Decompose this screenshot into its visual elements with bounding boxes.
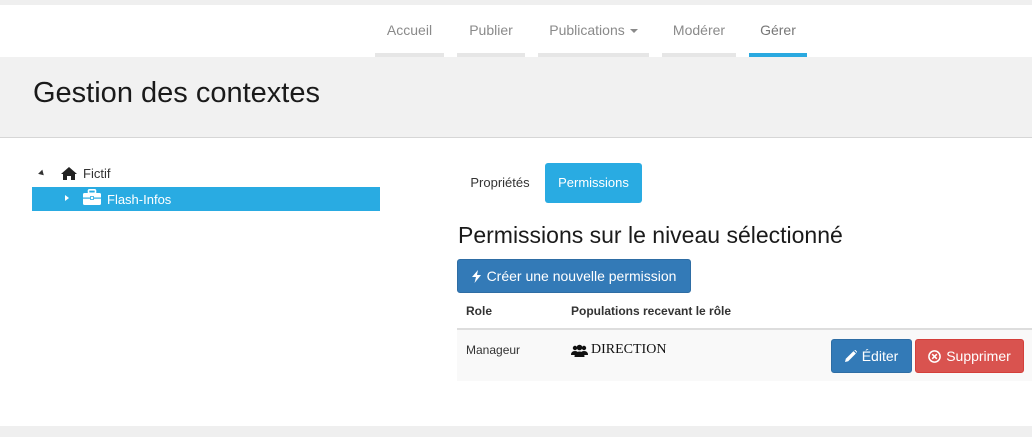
tree-node-label: Flash-Infos xyxy=(107,192,172,207)
tab-proprietes[interactable]: Propriétés xyxy=(458,163,542,203)
footer-strip xyxy=(0,426,1032,437)
permissions-table-header: Role Populations recevant le rôle xyxy=(457,295,1032,330)
pencil-icon xyxy=(844,350,857,362)
create-permission-label: Créer une nouvelle permission xyxy=(486,268,677,284)
home-icon xyxy=(60,166,78,181)
tab-permissions[interactable]: Permissions xyxy=(545,163,642,203)
tree-node-fictif[interactable]: Fictif xyxy=(60,166,110,181)
nav-gerer[interactable]: Gérer xyxy=(749,10,807,57)
navbar: Accueil Publier Publications Modérer Gér… xyxy=(0,5,1032,57)
page-header: Gestion des contextes xyxy=(0,57,1032,138)
role-cell: Manageur xyxy=(466,343,521,357)
delete-label: Supprimer xyxy=(946,348,1011,364)
edit-button[interactable]: Éditer xyxy=(831,339,912,373)
briefcase-icon xyxy=(82,189,102,206)
nav-moderer[interactable]: Modérer xyxy=(662,10,736,57)
nav-accueil[interactable]: Accueil xyxy=(375,10,444,57)
tab-proprietes-label: Propriétés xyxy=(470,175,530,190)
population-label: DIRECTION xyxy=(591,342,667,357)
users-icon xyxy=(571,344,588,357)
column-header-populations: Populations recevant le rôle xyxy=(571,304,732,318)
tree-node-flash-infos[interactable]: Flash-Infos xyxy=(32,187,380,211)
nav-publier-label: Publier xyxy=(469,22,513,38)
column-header-role: Role xyxy=(466,304,493,318)
tab-permissions-label: Permissions xyxy=(558,175,629,190)
edit-label: Éditer xyxy=(861,348,899,364)
section-title: Permissions sur le niveau sélectionné xyxy=(458,222,843,248)
nav-publier[interactable]: Publier xyxy=(457,10,525,57)
create-permission-button[interactable]: Créer une nouvelle permission xyxy=(457,259,691,293)
nav-publications-label: Publications xyxy=(549,22,625,38)
nav-gerer-label: Gérer xyxy=(760,22,796,38)
nav-moderer-label: Modérer xyxy=(672,22,726,38)
nav-publications-dropdown[interactable]: Publications xyxy=(538,10,649,57)
circle-x-icon xyxy=(928,349,942,363)
caret-down-icon xyxy=(629,29,638,34)
tree-collapse-toggle[interactable] xyxy=(65,195,69,201)
delete-button[interactable]: Supprimer xyxy=(915,339,1024,373)
nav-accueil-label: Accueil xyxy=(386,22,433,38)
tree-expand-toggle[interactable] xyxy=(38,169,46,178)
tree-node-label: Fictif xyxy=(83,166,111,181)
page-title: Gestion des contextes xyxy=(33,77,320,109)
population-cell: DIRECTION xyxy=(571,342,666,358)
bolt-icon xyxy=(471,269,481,283)
table-row: Manageur DIRECTION Éditer Supprimer xyxy=(457,330,1032,381)
